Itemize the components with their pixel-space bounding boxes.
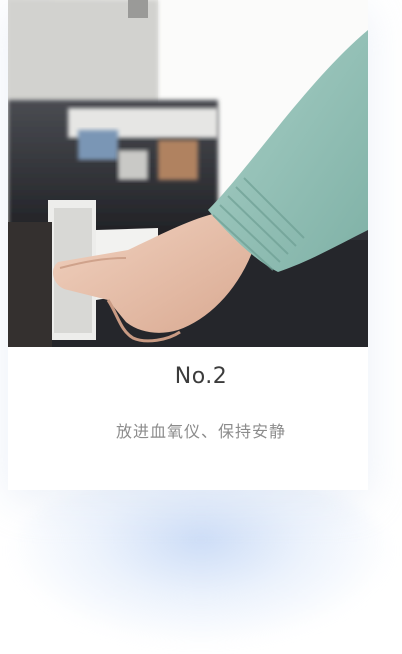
step-number: No.2 [174,364,228,389]
card-shadow-glow [10,470,392,645]
step-description: 放进血氧仪、保持安静 [115,422,286,441]
finger-oximeter-illustration [8,0,368,347]
step-page: No.2 放进血氧仪、保持安静 [0,0,402,654]
step-photo [8,0,368,347]
step-card [8,0,368,490]
